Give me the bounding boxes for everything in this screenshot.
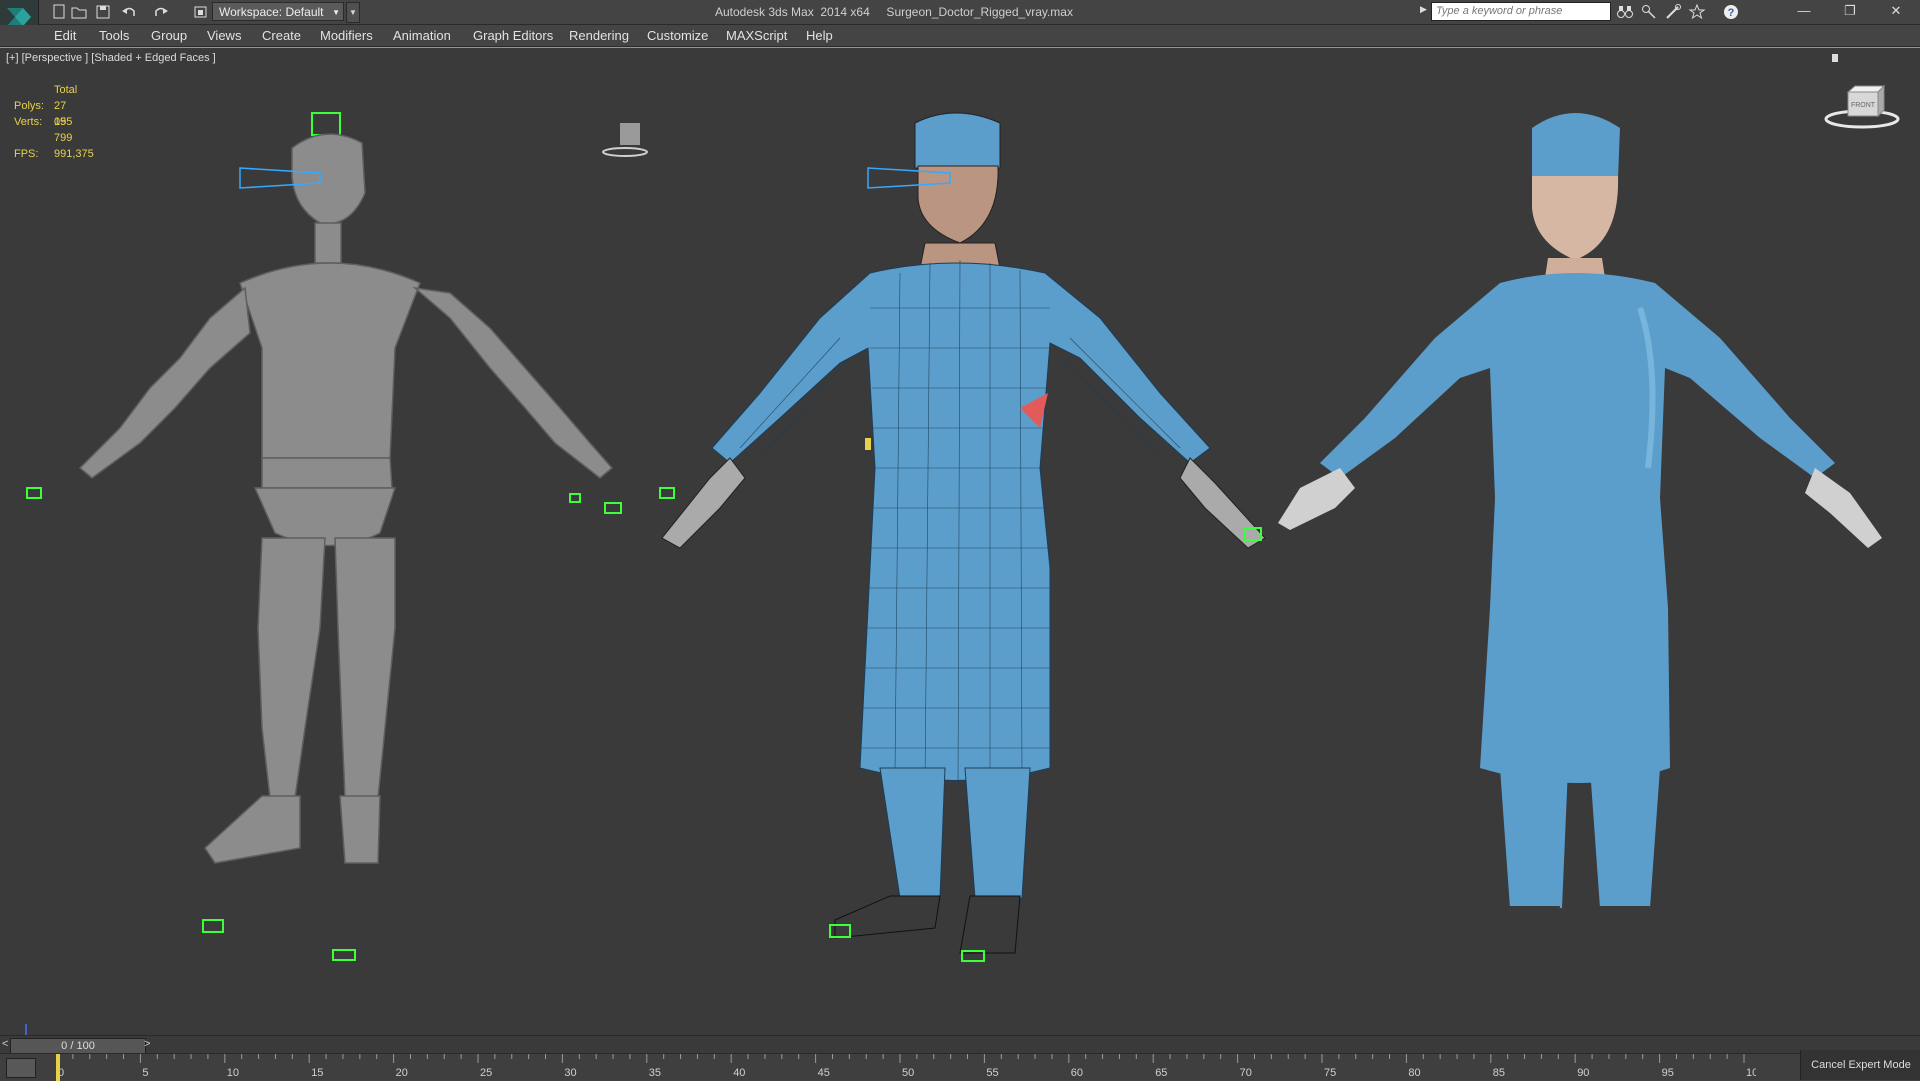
help-icon[interactable]: ? bbox=[1722, 3, 1740, 21]
bone-skeleton-figure[interactable] bbox=[26, 112, 622, 961]
project-folder-icon[interactable] bbox=[192, 3, 210, 21]
timeline-tick-label: 90 bbox=[1577, 1067, 1589, 1079]
restore-button[interactable]: ❐ bbox=[1830, 0, 1870, 22]
close-button[interactable]: ✕ bbox=[1876, 0, 1916, 22]
mini-curve-editor-icon[interactable] bbox=[6, 1058, 36, 1078]
timeline-ruler[interactable]: 0 5 10 15 20 25 30 35 40 45 50 55 60 65 70 75 80 85 90 95 10… bbox=[56, 1054, 1756, 1081]
menu-views[interactable]: Views bbox=[207, 28, 241, 43]
timeline-tick-label: 40 bbox=[733, 1067, 745, 1079]
track-bar[interactable]: 0 5 10 15 20 25 30 35 40 45 50 55 60 65 70 75 80 85 90 95 10… bbox=[0, 1053, 1920, 1081]
timeline-tick-label: 85 bbox=[1493, 1067, 1505, 1079]
search-input[interactable]: Type a keyword or phrase bbox=[1431, 2, 1611, 21]
menu-group[interactable]: Group bbox=[151, 28, 187, 43]
timeline-tick-label: 45 bbox=[818, 1067, 830, 1079]
menu-rendering[interactable]: Rendering bbox=[569, 28, 629, 43]
menu-edit[interactable]: Edit bbox=[54, 28, 76, 43]
chevron-down-icon: ▼ bbox=[332, 8, 340, 17]
title-bar: Workspace: Default ▼ ▼ Autodesk 3ds Max 2… bbox=[0, 0, 1920, 34]
timeline-tick-label: 60 bbox=[1071, 1067, 1083, 1079]
tools-icon[interactable] bbox=[1664, 3, 1682, 21]
timeline-tick-label: 15 bbox=[311, 1067, 323, 1079]
timeline-tick-label: 30 bbox=[564, 1067, 576, 1079]
redo-icon[interactable] bbox=[152, 3, 170, 21]
timeline-tick-label: 75 bbox=[1324, 1067, 1336, 1079]
rendered-surgeon-figure[interactable] bbox=[1278, 113, 1882, 958]
current-frame-marker[interactable] bbox=[56, 1054, 60, 1081]
timeline-tick-label: 95 bbox=[1662, 1067, 1674, 1079]
undo-icon[interactable] bbox=[120, 3, 138, 21]
menu-graph-editors[interactable]: Graph Editors bbox=[473, 28, 553, 43]
menu-customize[interactable]: Customize bbox=[647, 28, 708, 43]
time-slider-bar: < 0 / 100 > bbox=[0, 1035, 1920, 1054]
timeline-tick-label: 80 bbox=[1408, 1067, 1420, 1079]
wireframe-surgeon-figure[interactable] bbox=[659, 112, 1266, 962]
search-expand-icon[interactable]: ▶ bbox=[1420, 4, 1427, 15]
timeline-tick-label: 50 bbox=[902, 1067, 914, 1079]
menu-help[interactable]: Help bbox=[806, 28, 833, 43]
timeline-tick-label: 5 bbox=[142, 1067, 148, 1079]
timeline-tick-label: 10 bbox=[227, 1067, 239, 1079]
binoculars-icon[interactable] bbox=[1616, 3, 1634, 21]
menu-maxscript[interactable]: MAXScript bbox=[726, 28, 787, 43]
scene-canvas[interactable] bbox=[0, 48, 1920, 1035]
perspective-viewport[interactable]: [+] [Perspective ] [Shaded + Edged Faces… bbox=[0, 47, 1920, 1051]
open-folder-icon[interactable] bbox=[70, 3, 88, 21]
svg-text:?: ? bbox=[1728, 7, 1735, 19]
time-next-button[interactable]: > bbox=[144, 1038, 150, 1050]
timeline-tick-label: 55 bbox=[986, 1067, 998, 1079]
time-slider[interactable]: 0 / 100 bbox=[10, 1038, 146, 1054]
save-icon[interactable] bbox=[94, 3, 112, 21]
star-icon[interactable] bbox=[1688, 3, 1706, 21]
timeline-tick-label: 100 bbox=[1746, 1067, 1756, 1079]
new-file-icon[interactable] bbox=[50, 3, 68, 21]
menu-animation[interactable]: Animation bbox=[393, 28, 451, 43]
minimize-button[interactable]: — bbox=[1784, 0, 1824, 22]
menu-create[interactable]: Create bbox=[262, 28, 301, 43]
menu-tools[interactable]: Tools bbox=[99, 28, 129, 43]
menu-bar: Edit Tools Group Views Create Modifiers … bbox=[0, 25, 1920, 47]
workspace-options-button[interactable]: ▼ bbox=[346, 2, 360, 23]
timeline-tick-label: 25 bbox=[480, 1067, 492, 1079]
workspace-dropdown[interactable]: Workspace: Default ▼ bbox=[212, 2, 344, 21]
camera-gizmo-icon[interactable] bbox=[602, 123, 648, 157]
time-prev-button[interactable]: < bbox=[2, 1038, 8, 1050]
cancel-expert-mode-button[interactable]: Cancel Expert Mode bbox=[1800, 1050, 1920, 1080]
menu-modifiers[interactable]: Modifiers bbox=[320, 28, 373, 43]
workspace-label: Workspace: Default bbox=[219, 5, 324, 19]
timeline-tick-label: 70 bbox=[1240, 1067, 1252, 1079]
window-title: Autodesk 3ds Max 2014 x64 Surgeon_Doctor… bbox=[715, 5, 1073, 19]
timeline-tick-label: 20 bbox=[396, 1067, 408, 1079]
timeline-tick-label: 65 bbox=[1155, 1067, 1167, 1079]
key-icon[interactable] bbox=[1640, 3, 1658, 21]
timeline-tick-label: 35 bbox=[649, 1067, 661, 1079]
